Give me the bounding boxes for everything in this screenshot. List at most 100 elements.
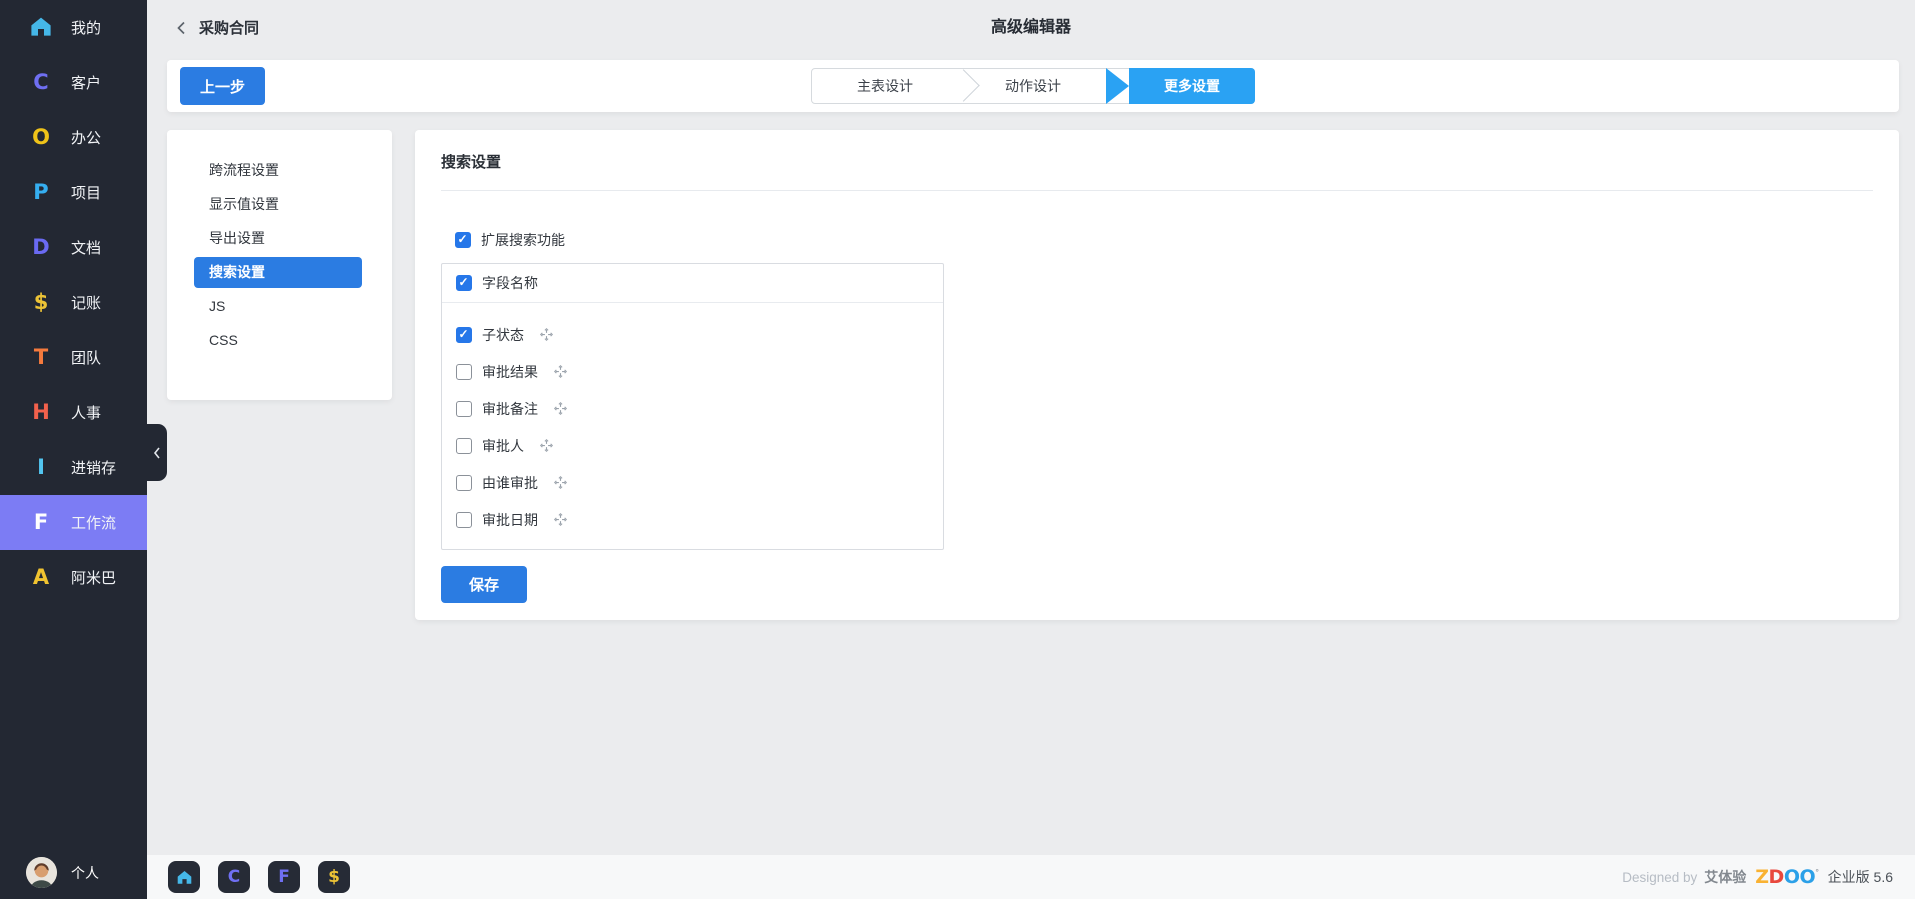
panel-title: 搜索设置	[441, 154, 502, 171]
sidebar-item-amoeba[interactable]: A 阿米巴	[0, 550, 147, 605]
home-icon	[26, 15, 56, 41]
sidebar-item-label: 阿米巴	[71, 570, 117, 587]
office-letter-icon: O	[32, 125, 50, 149]
wizard-stepper: 主表设计 动作设计 更多设置	[811, 68, 1255, 104]
field-header-label: 字段名称	[482, 275, 538, 291]
field-list-box: 字段名称 子状态 审批结果 审批备注	[441, 263, 944, 550]
field-checkbox[interactable]	[456, 400, 472, 417]
field-checkbox[interactable]	[456, 437, 472, 454]
sidebar-item-hr[interactable]: H 人事	[0, 385, 147, 440]
step-action-design[interactable]: 动作设计	[959, 68, 1107, 104]
doc-letter-icon: D	[32, 235, 50, 259]
workflow-letter-icon: F	[33, 510, 49, 534]
field-checkbox[interactable]	[456, 363, 472, 380]
user-label: 个人	[71, 864, 99, 881]
sidebar-item-label: 文档	[71, 240, 102, 257]
taskbar: C F $ Designed by 艾体验 Z D OO ° 企业版 5.6	[147, 855, 1915, 899]
field-label: 子状态	[482, 326, 524, 343]
taskbar-workflow-icon[interactable]: F	[268, 861, 300, 893]
dollar-icon: $	[33, 290, 49, 314]
field-row-substatus: 子状态	[442, 316, 943, 353]
project-letter-icon: P	[33, 180, 49, 204]
field-label: 审批结果	[482, 363, 538, 380]
sidebar-item-office[interactable]: O 办公	[0, 110, 147, 165]
sidebar-item-my[interactable]: 我的	[0, 0, 147, 55]
sidebar-item-label: 办公	[71, 130, 102, 147]
sidebar-item-inventory[interactable]: I 进销存	[0, 440, 147, 495]
nav-item-css[interactable]: CSS	[194, 325, 362, 356]
sidebar-collapse-handle[interactable]	[147, 424, 167, 481]
divider	[441, 190, 1873, 191]
hr-letter-icon: H	[32, 400, 50, 424]
active-step-arrow	[1106, 68, 1129, 104]
field-label: 审批备注	[482, 400, 538, 417]
logo-trademark: °	[1815, 867, 1819, 877]
nav-item-display-value[interactable]: 显示值设置	[194, 189, 362, 220]
extend-search-label: 扩展搜索功能	[481, 232, 565, 248]
taskbar-customer-icon[interactable]: C	[218, 861, 250, 893]
sidebar-item-project[interactable]: P 项目	[0, 165, 147, 220]
move-handle-icon[interactable]	[553, 364, 568, 379]
avatar	[26, 857, 57, 888]
sidebar-item-customer[interactable]: C 客户	[0, 55, 147, 110]
customer-letter-icon: C	[33, 70, 49, 94]
taskbar-home-icon[interactable]	[168, 861, 200, 893]
logo-oo: OO	[1783, 865, 1816, 888]
save-button[interactable]: 保存	[441, 566, 528, 603]
field-header-row: 字段名称	[442, 264, 943, 303]
step-more-settings[interactable]: 更多设置	[1129, 68, 1255, 104]
nav-item-cross-flow[interactable]: 跨流程设置	[194, 155, 362, 186]
field-row-approval-result: 审批结果	[442, 353, 943, 390]
sidebar-item-team[interactable]: T 团队	[0, 330, 147, 385]
field-row-approved-by: 由谁审批	[442, 464, 943, 501]
nav-item-export[interactable]: 导出设置	[194, 223, 362, 254]
move-handle-icon[interactable]	[553, 512, 568, 527]
sidebar: 我的 C 客户 O 办公 P 项目 D 文档 $ 记账 T 团队 H 人事 I …	[0, 0, 147, 899]
select-all-checkbox[interactable]	[456, 275, 472, 291]
taskbar-accounting-icon[interactable]: $	[318, 861, 350, 893]
sidebar-item-label: 进销存	[71, 460, 117, 477]
sidebar-item-label: 人事	[71, 405, 102, 422]
sidebar-item-label: 工作流	[71, 515, 117, 532]
field-list: 子状态 审批结果 审批备注 审批人	[442, 303, 943, 549]
toolbar: 上一步 主表设计 动作设计 更多设置	[167, 60, 1899, 112]
search-settings-panel: 搜索设置 扩展搜索功能 字段名称 子状态 审批结果	[415, 130, 1899, 620]
sidebar-item-label: 团队	[71, 350, 102, 367]
nav-item-js[interactable]: JS	[194, 291, 362, 322]
field-label: 审批日期	[482, 511, 538, 528]
credit-prefix: Designed by	[1622, 869, 1698, 885]
nav-item-search[interactable]: 搜索设置	[194, 257, 362, 288]
field-checkbox[interactable]	[456, 474, 472, 491]
footer-credit: Designed by 艾体验 Z D OO ° 企业版 5.6	[1622, 867, 1893, 887]
field-label: 由谁审批	[482, 474, 538, 491]
sidebar-item-workflow[interactable]: F 工作流	[0, 495, 147, 550]
field-row-approval-date: 审批日期	[442, 501, 943, 538]
team-letter-icon: T	[33, 345, 49, 369]
inventory-letter-icon: I	[37, 455, 45, 479]
settings-nav: 跨流程设置 显示值设置 导出设置 搜索设置 JS CSS	[167, 130, 392, 400]
amoeba-letter-icon: A	[32, 565, 50, 589]
move-handle-icon[interactable]	[539, 438, 554, 453]
sidebar-item-label: 我的	[71, 20, 102, 37]
move-handle-icon[interactable]	[553, 401, 568, 416]
sidebar-user[interactable]: 个人	[0, 857, 147, 888]
sidebar-item-label: 项目	[71, 185, 102, 202]
sidebar-item-accounting[interactable]: $ 记账	[0, 275, 147, 330]
field-label: 审批人	[482, 437, 524, 454]
field-row-approval-note: 审批备注	[442, 390, 943, 427]
logo-z: Z	[1755, 865, 1769, 888]
prev-step-button[interactable]: 上一步	[180, 67, 266, 105]
header: 采购合同 高级编辑器	[147, 0, 1915, 55]
edition-label: 企业版 5.6	[1827, 869, 1893, 885]
move-handle-icon[interactable]	[539, 327, 554, 342]
taskbar-apps: C F $	[168, 861, 350, 893]
move-handle-icon[interactable]	[553, 475, 568, 490]
field-checkbox[interactable]	[456, 511, 472, 528]
field-checkbox[interactable]	[456, 326, 472, 343]
sidebar-item-label: 记账	[71, 295, 102, 312]
logo-d: D	[1768, 865, 1785, 888]
sidebar-item-doc[interactable]: D 文档	[0, 220, 147, 275]
extend-search-checkbox[interactable]	[455, 232, 471, 248]
sidebar-item-label: 客户	[71, 75, 102, 92]
step-main-table-design[interactable]: 主表设计	[811, 68, 959, 104]
